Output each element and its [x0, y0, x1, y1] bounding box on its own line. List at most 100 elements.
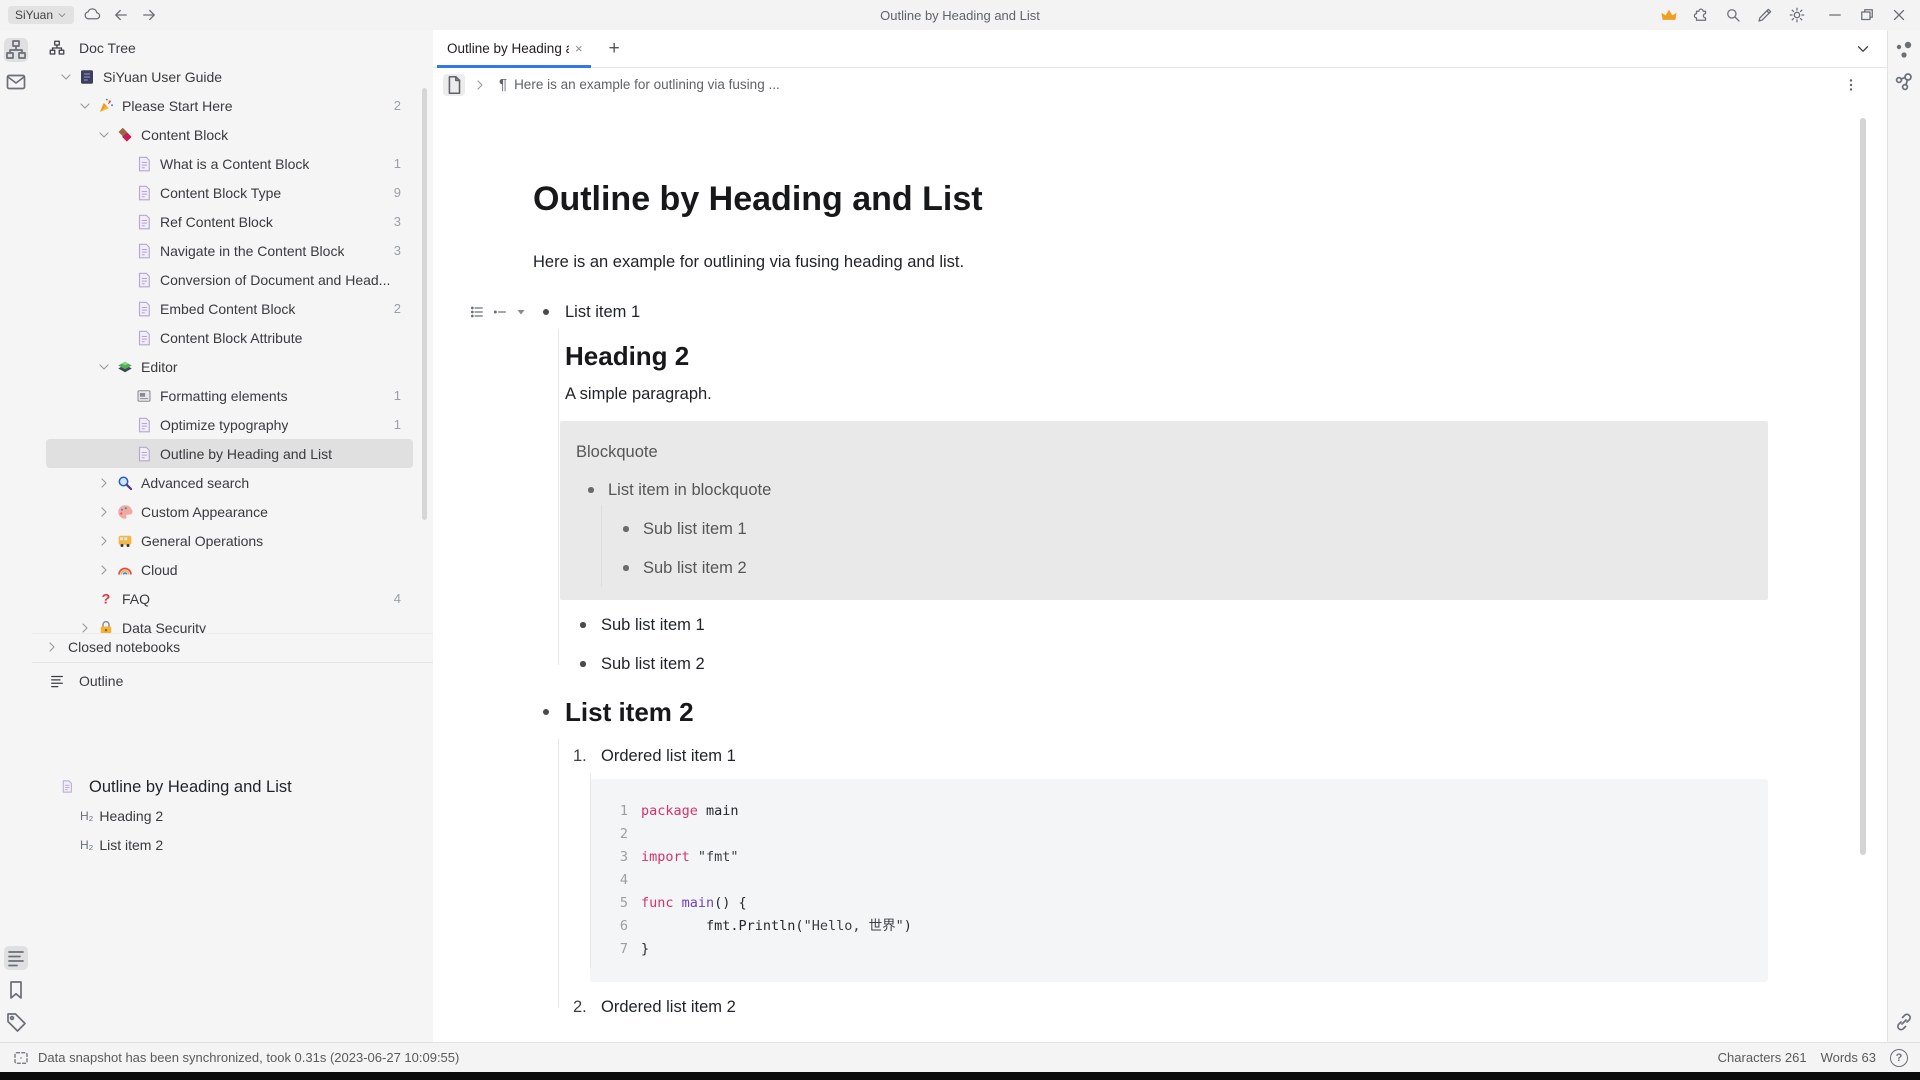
- doc-tree-item[interactable]: Cloud: [46, 555, 413, 584]
- line-number: 1: [590, 800, 628, 823]
- doc-tree-item[interactable]: What is a Content Block1: [46, 149, 413, 178]
- line-number: 3: [590, 846, 628, 869]
- outline-heading-item[interactable]: H₂List item 2: [32, 830, 433, 859]
- code-block[interactable]: 1package main23import "fmt"45func main()…: [590, 779, 1768, 982]
- doc-tree-item[interactable]: Content Block Attribute: [46, 323, 413, 352]
- intro-paragraph[interactable]: Here is an example for outlining via fus…: [533, 251, 1768, 273]
- list-item-1-text[interactable]: List item 1: [565, 301, 1768, 323]
- close-icon[interactable]: [1890, 6, 1908, 24]
- chevron-right-icon[interactable]: [96, 504, 112, 520]
- editor-scrollbar[interactable]: [1860, 118, 1866, 855]
- doc-tree-item[interactable]: Please Start Here2: [46, 91, 413, 120]
- chevron-down-icon[interactable]: [96, 127, 112, 143]
- doc-tree-item[interactable]: Optimize typography 1: [46, 410, 413, 439]
- sidebar-scrollbar[interactable]: [422, 88, 427, 520]
- inbox-icon[interactable]: [4, 70, 28, 94]
- chevron-placeholder: [115, 417, 131, 433]
- doc-tree-item[interactable]: Conversion of Document and Head...: [46, 265, 413, 294]
- graph-icon[interactable]: [1892, 38, 1916, 62]
- tab-active[interactable]: Outline by Heading and List ×: [437, 31, 591, 67]
- doc-tree-item[interactable]: SiYuan User Guide: [46, 62, 413, 91]
- simple-paragraph[interactable]: A simple paragraph.: [565, 383, 1768, 405]
- outline-heading-item[interactable]: H₂Heading 2: [32, 801, 433, 830]
- chevron-down-icon[interactable]: [96, 359, 112, 375]
- bookmark-icon[interactable]: [4, 978, 28, 1002]
- new-tab-button[interactable]: +: [609, 39, 620, 58]
- code-line: 1package main: [590, 800, 1768, 823]
- edit-icon[interactable]: [1756, 6, 1774, 24]
- maximize-icon[interactable]: [1858, 6, 1876, 24]
- chevron-down-icon[interactable]: [77, 98, 93, 114]
- bullet-marker: [543, 309, 549, 315]
- back-arrow-icon[interactable]: [112, 6, 130, 24]
- doc-tree-item[interactable]: Ref Content Block3: [46, 207, 413, 236]
- outline-icon[interactable]: [4, 946, 28, 970]
- doc-tree-item[interactable]: Content Block: [46, 120, 413, 149]
- doc-title[interactable]: Outline by Heading and List: [533, 177, 1768, 221]
- doc-tree-item[interactable]: Advanced search: [46, 468, 413, 497]
- doc-tree-item[interactable]: Outline by Heading and List: [46, 439, 413, 468]
- list-item-2[interactable]: List item 2 1. Ordered list item 1 1pack…: [533, 695, 1768, 1018]
- chevron-down-icon[interactable]: [58, 69, 74, 85]
- global-graph-icon[interactable]: [1892, 70, 1916, 94]
- app-menu-button[interactable]: SiYuan: [8, 6, 74, 24]
- crown-icon[interactable]: [1660, 6, 1678, 24]
- forward-arrow-icon[interactable]: [140, 6, 158, 24]
- search-icon[interactable]: [1724, 6, 1742, 24]
- doc-tree-icon[interactable]: [4, 38, 28, 62]
- doc-tree-item[interactable]: Embed Content Block2: [46, 294, 413, 323]
- ordered-list-item-1[interactable]: 1. Ordered list item 1 1package main23im…: [565, 745, 1768, 982]
- chevron-right-icon[interactable]: [96, 475, 112, 491]
- ordered-list-item-2[interactable]: 2. Ordered list item 2: [565, 996, 1768, 1018]
- list-guide-line: [590, 773, 591, 968]
- outline-doc-item[interactable]: Outline by Heading and List: [32, 695, 434, 801]
- doc-tree-item-label: Advanced search: [141, 475, 249, 491]
- doc-tree-item[interactable]: Content Block Type9: [46, 178, 413, 207]
- tab-close-icon[interactable]: ×: [575, 41, 583, 56]
- doc-tree-item[interactable]: Custom Appearance: [46, 497, 413, 526]
- closed-notebooks-row[interactable]: Closed notebooks: [32, 633, 433, 660]
- tab-label: Outline by Heading and List: [447, 41, 569, 56]
- blockquote[interactable]: Blockquote List item in blockquote Sub l…: [560, 421, 1768, 600]
- blockquote-sub-list-item[interactable]: Sub list item 2: [608, 557, 1752, 579]
- doc-tree-item[interactable]: ?FAQ4: [46, 584, 413, 613]
- doc-tree-item-label: Optimize typography: [160, 417, 288, 433]
- tab-list-chevron-icon[interactable]: [1854, 40, 1872, 58]
- backlink-icon[interactable]: [1892, 1010, 1916, 1034]
- siyuan-window: Outline by Heading and List SiYuan: [0, 0, 1920, 1080]
- doc-tree-item[interactable]: Navigate in the Content Block3: [46, 236, 413, 265]
- chevron-right-icon[interactable]: [96, 562, 112, 578]
- breadcrumb-text[interactable]: Here is an example for outlining via fus…: [514, 77, 780, 92]
- ordered-list-item-2-text[interactable]: Ordered list item 2: [601, 996, 1768, 1018]
- heading-2[interactable]: Heading 2: [565, 339, 1768, 373]
- more-options-icon[interactable]: [1842, 76, 1860, 94]
- doc-tree-item[interactable]: General Operations: [46, 526, 413, 555]
- blockquote-list-item-text[interactable]: List item in blockquote: [608, 479, 1752, 501]
- list-item-1[interactable]: List item 1 Heading 2 A simple paragraph…: [533, 301, 1768, 675]
- help-icon[interactable]: ?: [1890, 1049, 1908, 1067]
- document-icon[interactable]: [443, 74, 465, 96]
- plugin-icon[interactable]: [1692, 6, 1710, 24]
- snapshot-icon[interactable]: [12, 1049, 30, 1067]
- blockquote-list-item[interactable]: List item in blockquote Sub list item 1S…: [576, 479, 1752, 579]
- code-line: 3import "fmt": [590, 846, 1768, 869]
- line-number: 7: [590, 938, 628, 961]
- minimize-icon[interactable]: [1826, 6, 1844, 24]
- chevron-right-icon[interactable]: [96, 533, 112, 549]
- tag-icon[interactable]: [4, 1010, 28, 1034]
- theme-icon[interactable]: [1788, 6, 1806, 24]
- ordered-list-item-1-text[interactable]: Ordered list item 1: [601, 745, 1768, 767]
- blockquote-text[interactable]: Blockquote: [576, 441, 1752, 463]
- doc-tree-item-label: Navigate in the Content Block: [160, 243, 344, 259]
- sub-list-item[interactable]: Sub list item 1: [565, 614, 1768, 636]
- blockquote-sub-list-item[interactable]: Sub list item 1: [608, 518, 1752, 540]
- cloud-icon[interactable]: [84, 6, 102, 24]
- list-item-2-text[interactable]: List item 2: [565, 695, 1768, 729]
- doc-icon: [135, 416, 153, 434]
- item-count-badge: 1: [394, 417, 401, 432]
- sub-list-item[interactable]: Sub list item 2: [565, 653, 1768, 675]
- doc-tree-item[interactable]: Formatting elements1: [46, 381, 413, 410]
- palette-icon: [116, 503, 134, 521]
- doc-tree-item[interactable]: Editor: [46, 352, 413, 381]
- blockquote-sub-list: Sub list item 1 Sub list item 2: [608, 518, 1752, 579]
